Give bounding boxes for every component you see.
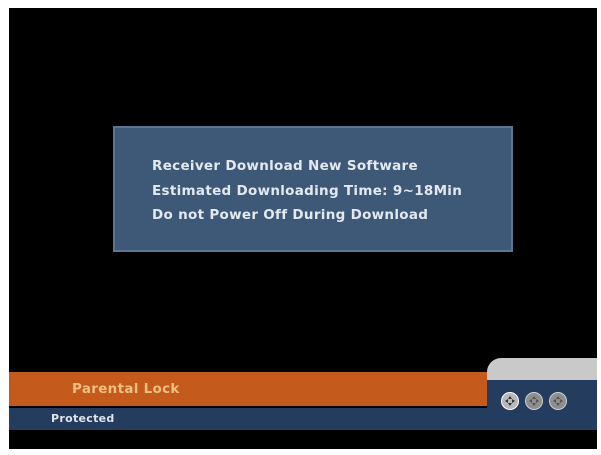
navigation-pad-icon[interactable] [525, 392, 543, 410]
status-bar: Protected [9, 408, 489, 430]
navigation-pad-icon[interactable] [549, 392, 567, 410]
download-message-dialog: Receiver Download New Software Estimated… [113, 126, 513, 252]
navigation-icon-row [501, 392, 567, 410]
status-text: Protected [51, 412, 115, 425]
navigation-icon-panel-inner [487, 380, 597, 430]
navigation-pad-icon[interactable] [501, 392, 519, 410]
tv-screen: Receiver Download New Software Estimated… [9, 8, 597, 449]
menu-title-bar: Parental Lock [9, 372, 489, 406]
navigation-icon-panel [487, 358, 597, 430]
parental-lock-label: Parental Lock [72, 381, 180, 397]
dialog-message-line: Receiver Download New Software [152, 158, 418, 174]
dialog-message-line: Estimated Downloading Time: 9~18Min [152, 182, 463, 199]
dialog-message-line: Do not Power Off During Download [152, 207, 429, 223]
